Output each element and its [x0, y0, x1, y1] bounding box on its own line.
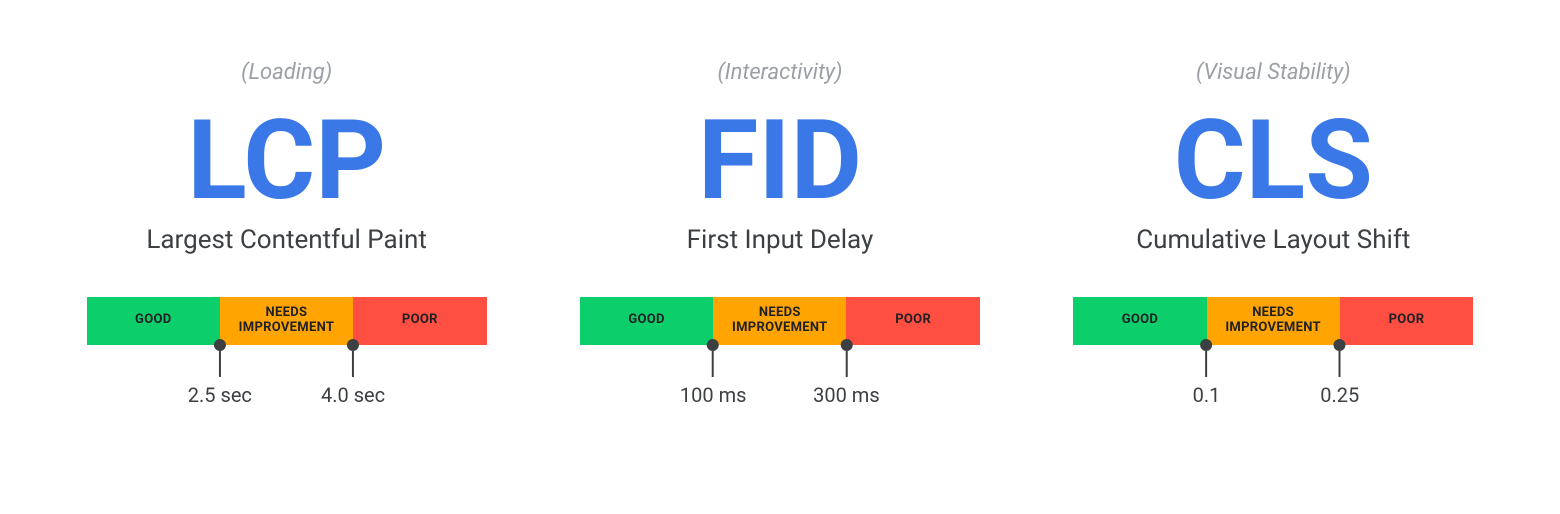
threshold-line-icon — [712, 351, 714, 377]
threshold-label: 2.5 sec — [188, 383, 252, 407]
threshold-dot-icon — [347, 339, 359, 351]
scale-segment-good: GOOD — [87, 297, 220, 345]
scale-segment-poor: POOR — [353, 297, 487, 345]
threshold-dot-icon — [1200, 339, 1212, 351]
threshold-label: 0.1 — [1193, 383, 1221, 407]
metric-card-lcp: (Loading) LCP Largest Contentful Paint G… — [87, 60, 487, 345]
threshold-label: 4.0 sec — [321, 383, 385, 407]
threshold-mark: 0.1 — [1193, 339, 1221, 407]
threshold-line-icon — [1339, 351, 1341, 377]
metric-acronym: CLS — [1174, 103, 1373, 219]
metric-scale: GOODNEEDS IMPROVEMENTPOOR100 ms300 ms — [580, 297, 980, 345]
threshold-dot-icon — [840, 339, 852, 351]
threshold-line-icon — [845, 351, 847, 377]
metric-acronym: FID — [698, 103, 862, 219]
metric-fullname: Cumulative Layout Shift — [1136, 225, 1410, 255]
threshold-line-icon — [219, 351, 221, 377]
metric-scale: GOODNEEDS IMPROVEMENTPOOR2.5 sec4.0 sec — [87, 297, 487, 345]
scale-segment-good: GOOD — [580, 297, 713, 345]
scale-segment-poor: POOR — [846, 297, 980, 345]
threshold-mark: 2.5 sec — [188, 339, 252, 407]
scale-segment-needs: NEEDS IMPROVEMENT — [713, 297, 846, 345]
threshold-mark: 0.25 — [1320, 339, 1359, 407]
threshold-mark: 300 ms — [813, 339, 880, 407]
threshold-mark: 100 ms — [680, 339, 747, 407]
metric-scale: GOODNEEDS IMPROVEMENTPOOR0.10.25 — [1073, 297, 1473, 345]
threshold-line-icon — [1205, 351, 1207, 377]
metric-card-cls: (Visual Stability) CLS Cumulative Layout… — [1073, 60, 1473, 345]
scale-bar: GOODNEEDS IMPROVEMENTPOOR — [87, 297, 487, 345]
metric-card-fid: (Interactivity) FID First Input Delay GO… — [580, 60, 980, 345]
scale-segment-needs: NEEDS IMPROVEMENT — [220, 297, 353, 345]
scale-bar: GOODNEEDS IMPROVEMENTPOOR — [1073, 297, 1473, 345]
scale-segment-good: GOOD — [1073, 297, 1206, 345]
metric-category: (Loading) — [241, 60, 332, 85]
threshold-label: 100 ms — [680, 383, 747, 407]
threshold-dot-icon — [214, 339, 226, 351]
scale-segment-needs: NEEDS IMPROVEMENT — [1207, 297, 1340, 345]
threshold-dot-icon — [1334, 339, 1346, 351]
metric-acronym: LCP — [187, 103, 386, 219]
metric-fullname: First Input Delay — [687, 225, 874, 255]
metric-category: (Visual Stability) — [1196, 60, 1351, 85]
threshold-label: 300 ms — [813, 383, 880, 407]
threshold-dot-icon — [707, 339, 719, 351]
scale-bar: GOODNEEDS IMPROVEMENTPOOR — [580, 297, 980, 345]
metric-category: (Interactivity) — [717, 60, 842, 85]
threshold-mark: 4.0 sec — [321, 339, 385, 407]
threshold-label: 0.25 — [1320, 383, 1359, 407]
threshold-line-icon — [352, 351, 354, 377]
metric-fullname: Largest Contentful Paint — [146, 225, 426, 255]
scale-segment-poor: POOR — [1340, 297, 1474, 345]
